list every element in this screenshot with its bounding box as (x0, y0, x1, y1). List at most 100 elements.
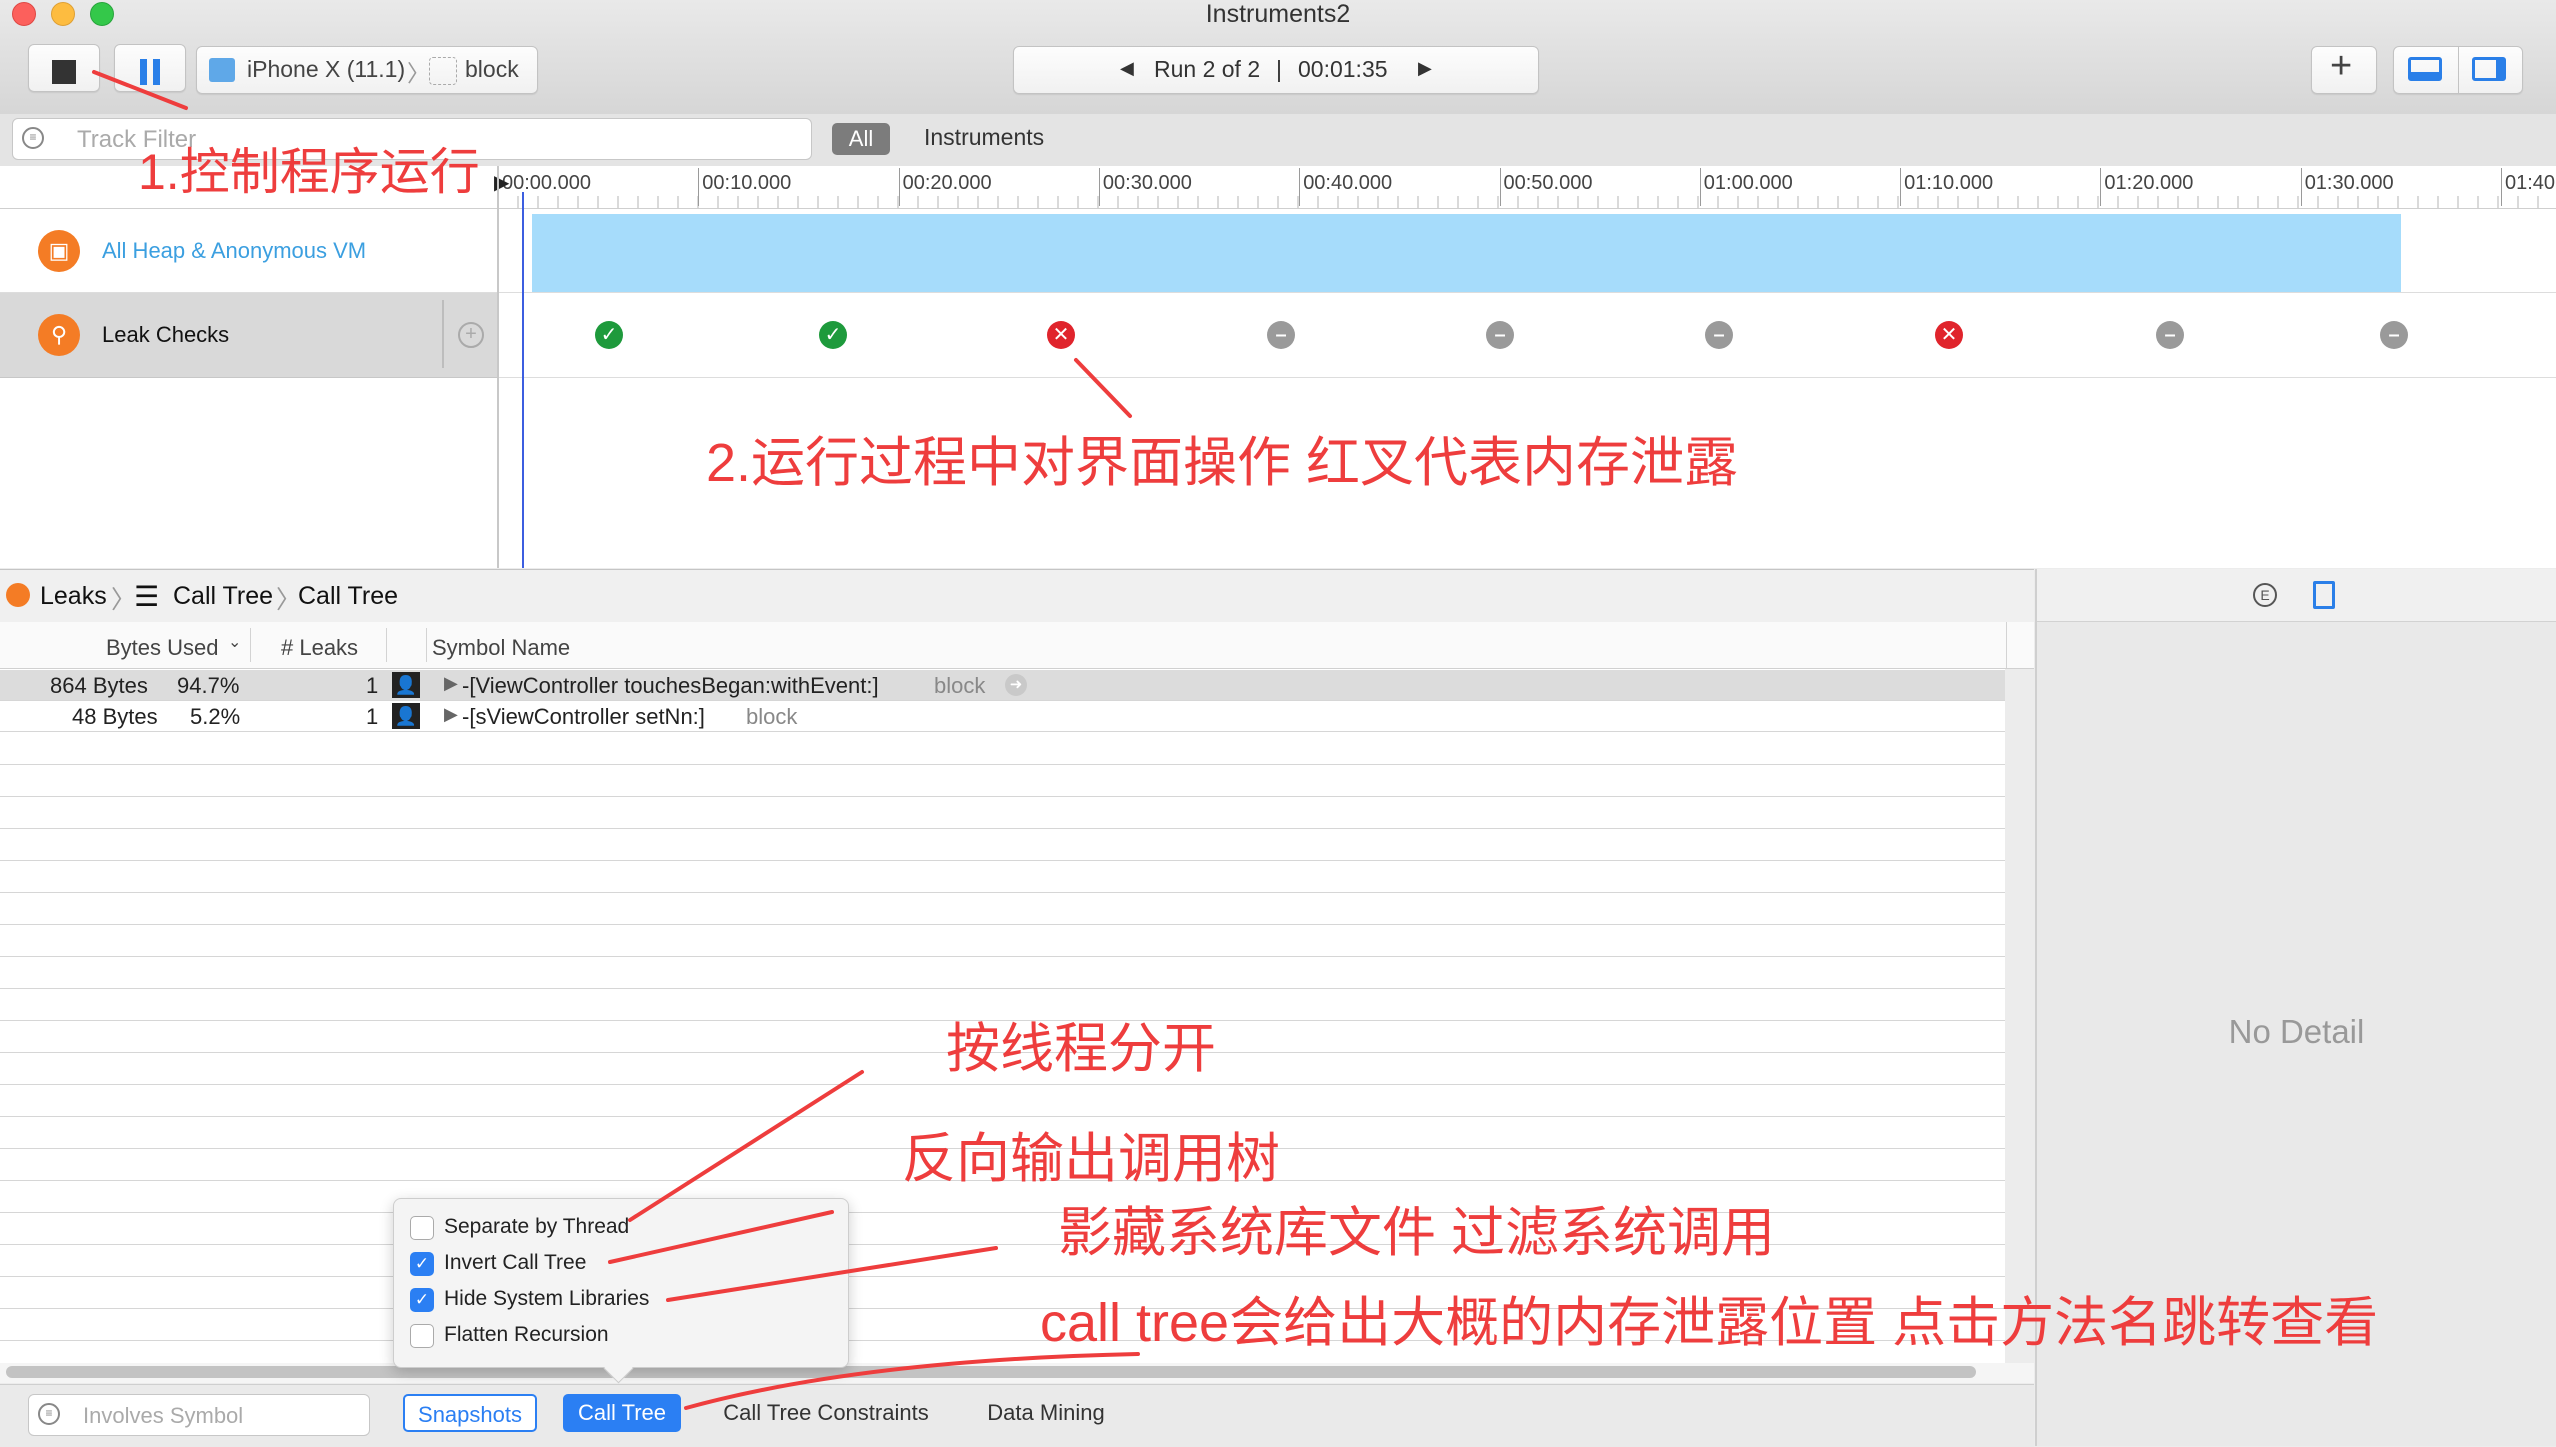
cell-symbol[interactable]: -[sViewController setNn:] (462, 704, 705, 730)
annotation-1: 1.控制程序运行 (138, 144, 480, 200)
cell-bytes: 864 Bytes (50, 673, 148, 698)
cell-library: block (934, 673, 986, 698)
ruler-major-tick (1699, 168, 1701, 206)
target-device-selector[interactable]: iPhone X (11.1) 〉 block (196, 46, 538, 94)
window-title: Instruments2 (1205, 0, 1351, 28)
empty-row (0, 766, 2005, 797)
toggle-detail-pane-button[interactable] (2408, 57, 2442, 81)
annotation-5: 影藏系统库文件 过滤系统调用 (1058, 1203, 1776, 1263)
column-bytes-used[interactable]: Bytes Used (106, 635, 219, 661)
track-name-leaks: Leak Checks (102, 322, 230, 347)
run-label: Run 2 of 2 (1154, 56, 1261, 82)
annotation-4: 反向输出调用树 (902, 1129, 1280, 1189)
table-row[interactable]: 48 Bytes 5.2% 1 👤 ▶ -[sViewController se… (0, 701, 2005, 732)
inspector-header: E (2037, 569, 2556, 622)
leak-icon: ⚲ (38, 314, 80, 356)
ruler-major-tick (2501, 168, 2502, 206)
annotation-2: 2.运行过程中对界面操作 红叉代表内存泄露 (706, 433, 1739, 493)
right-pane-icon (2496, 60, 2503, 78)
ruler-tick-label: 00:00.000 (502, 172, 591, 194)
leak-check-none-icon[interactable]: – (1267, 321, 1295, 349)
checkbox[interactable]: ✓ (410, 1252, 434, 1276)
leak-check-leak-icon[interactable]: ✕ (1935, 321, 1963, 349)
pause-icon (140, 59, 147, 85)
ruler-major-tick (898, 168, 900, 206)
run-navigator: ◀ Run 2 of 2 | 00:01:35 ▶ (1013, 46, 1539, 94)
call-tree-constraints-button[interactable]: Call Tree Constraints (708, 1394, 944, 1432)
checkbox[interactable] (410, 1216, 434, 1240)
extended-detail-icon[interactable]: E (2253, 583, 2277, 607)
ruler-major-tick (2300, 168, 2302, 206)
previous-run-button[interactable]: ◀ (1120, 58, 1134, 79)
plus-icon: + (2330, 45, 2353, 87)
view-toggle-group (2393, 46, 2523, 94)
call-tree-button[interactable]: Call Tree (563, 1394, 681, 1432)
cell-symbol[interactable]: -[ViewController touchesBegan:withEvent:… (462, 673, 879, 699)
pause-recording-button[interactable] (114, 44, 186, 92)
leaks-instrument-icon (6, 583, 30, 607)
playhead-line[interactable] (522, 192, 524, 568)
disclosure-triangle-icon[interactable]: ▶ (444, 673, 458, 694)
breadcrumb-call-tree-view[interactable]: Call Tree (298, 582, 398, 611)
breadcrumb-leaks[interactable]: Leaks (40, 582, 107, 611)
snapshots-button[interactable]: Snapshots (403, 1394, 537, 1432)
next-run-button[interactable]: ▶ (1418, 58, 1432, 79)
device-name: iPhone X (11.1) (247, 56, 406, 82)
heap-allocation-graph (532, 214, 2401, 292)
empty-row (0, 958, 2005, 989)
cell-library: block (746, 704, 798, 729)
filter-icon: ≡ (38, 1403, 60, 1425)
leak-check-leak-icon[interactable]: ✕ (1047, 321, 1075, 349)
bottom-pane-icon (2411, 72, 2439, 78)
chevron-right-icon: 〉 (111, 586, 137, 614)
empty-row (0, 926, 2005, 957)
column-leaks[interactable]: # Leaks (281, 635, 358, 661)
document-icon[interactable] (2313, 581, 2335, 609)
track-name-heap: All Heap & Anonymous VM (102, 238, 367, 263)
cell-percent: 94.7% (177, 673, 240, 698)
list-icon: ☰ (134, 581, 160, 612)
involves-symbol-placeholder: Involves Symbol (83, 1403, 244, 1428)
scope-all-button[interactable]: All (832, 123, 890, 155)
leak-check-pass-icon[interactable]: ✓ (595, 321, 623, 349)
leak-check-none-icon[interactable]: – (2156, 321, 2184, 349)
cell-percent: 5.2% (190, 704, 241, 729)
option-label: Hide System Libraries (444, 1287, 650, 1310)
breadcrumb-call-tree[interactable]: Call Tree (173, 582, 273, 611)
toggle-inspector-button[interactable] (2472, 57, 2506, 81)
cell-leaks: 1 (366, 704, 379, 729)
cell-leaks: 1 (366, 673, 379, 698)
run-time: 00:01:35 (1298, 56, 1388, 82)
disclosure-triangle-icon[interactable]: ▶ (444, 704, 458, 725)
leak-check-none-icon[interactable]: – (1705, 321, 1733, 349)
column-symbol-name[interactable]: Symbol Name (432, 635, 570, 661)
checkbox[interactable]: ✓ (410, 1288, 434, 1312)
ruler-tick-label: 00:30.000 (1102, 172, 1192, 194)
filter-icon: ≡ (22, 127, 44, 149)
ruler-tick-label: 01:10.000 (1904, 172, 1994, 194)
involves-symbol-input[interactable]: ≡ Involves Symbol (28, 1394, 370, 1436)
data-mining-button[interactable]: Data Mining (974, 1394, 1118, 1432)
option-label: Invert Call Tree (444, 1251, 587, 1274)
leak-check-pass-icon[interactable]: ✓ (819, 321, 847, 349)
user-code-icon: 👤 (392, 672, 420, 698)
empty-row (0, 862, 2005, 893)
stop-recording-button[interactable] (28, 44, 100, 92)
ruler-major-tick (1499, 168, 1501, 206)
ruler-major-tick (1098, 168, 1100, 206)
annotation-3: 按线程分开 (946, 1019, 1216, 1079)
add-instrument-button[interactable]: + (2311, 45, 2377, 94)
heap-icon: ▣ (38, 230, 80, 272)
leak-check-none-icon[interactable]: – (1486, 321, 1514, 349)
scrollbar-thumb[interactable] (6, 1366, 1976, 1378)
add-filter-button[interactable]: + (458, 322, 484, 348)
table-row[interactable]: 864 Bytes 94.7% 1 👤 ▶ -[ViewController t… (0, 670, 2005, 701)
breadcrumb: Leaks 〉 ☰ Call Tree 〉 Call Tree (0, 569, 2034, 623)
scope-instruments-button[interactable]: Instruments (924, 124, 1044, 151)
target-app-name: block (465, 56, 519, 82)
checkbox[interactable] (410, 1324, 434, 1348)
leak-checks-lane[interactable] (498, 293, 2556, 378)
leak-check-none-icon[interactable]: – (2380, 321, 2408, 349)
ruler-major-tick (1900, 168, 1902, 206)
jump-to-source-icon[interactable]: ➜ (1005, 674, 1027, 696)
